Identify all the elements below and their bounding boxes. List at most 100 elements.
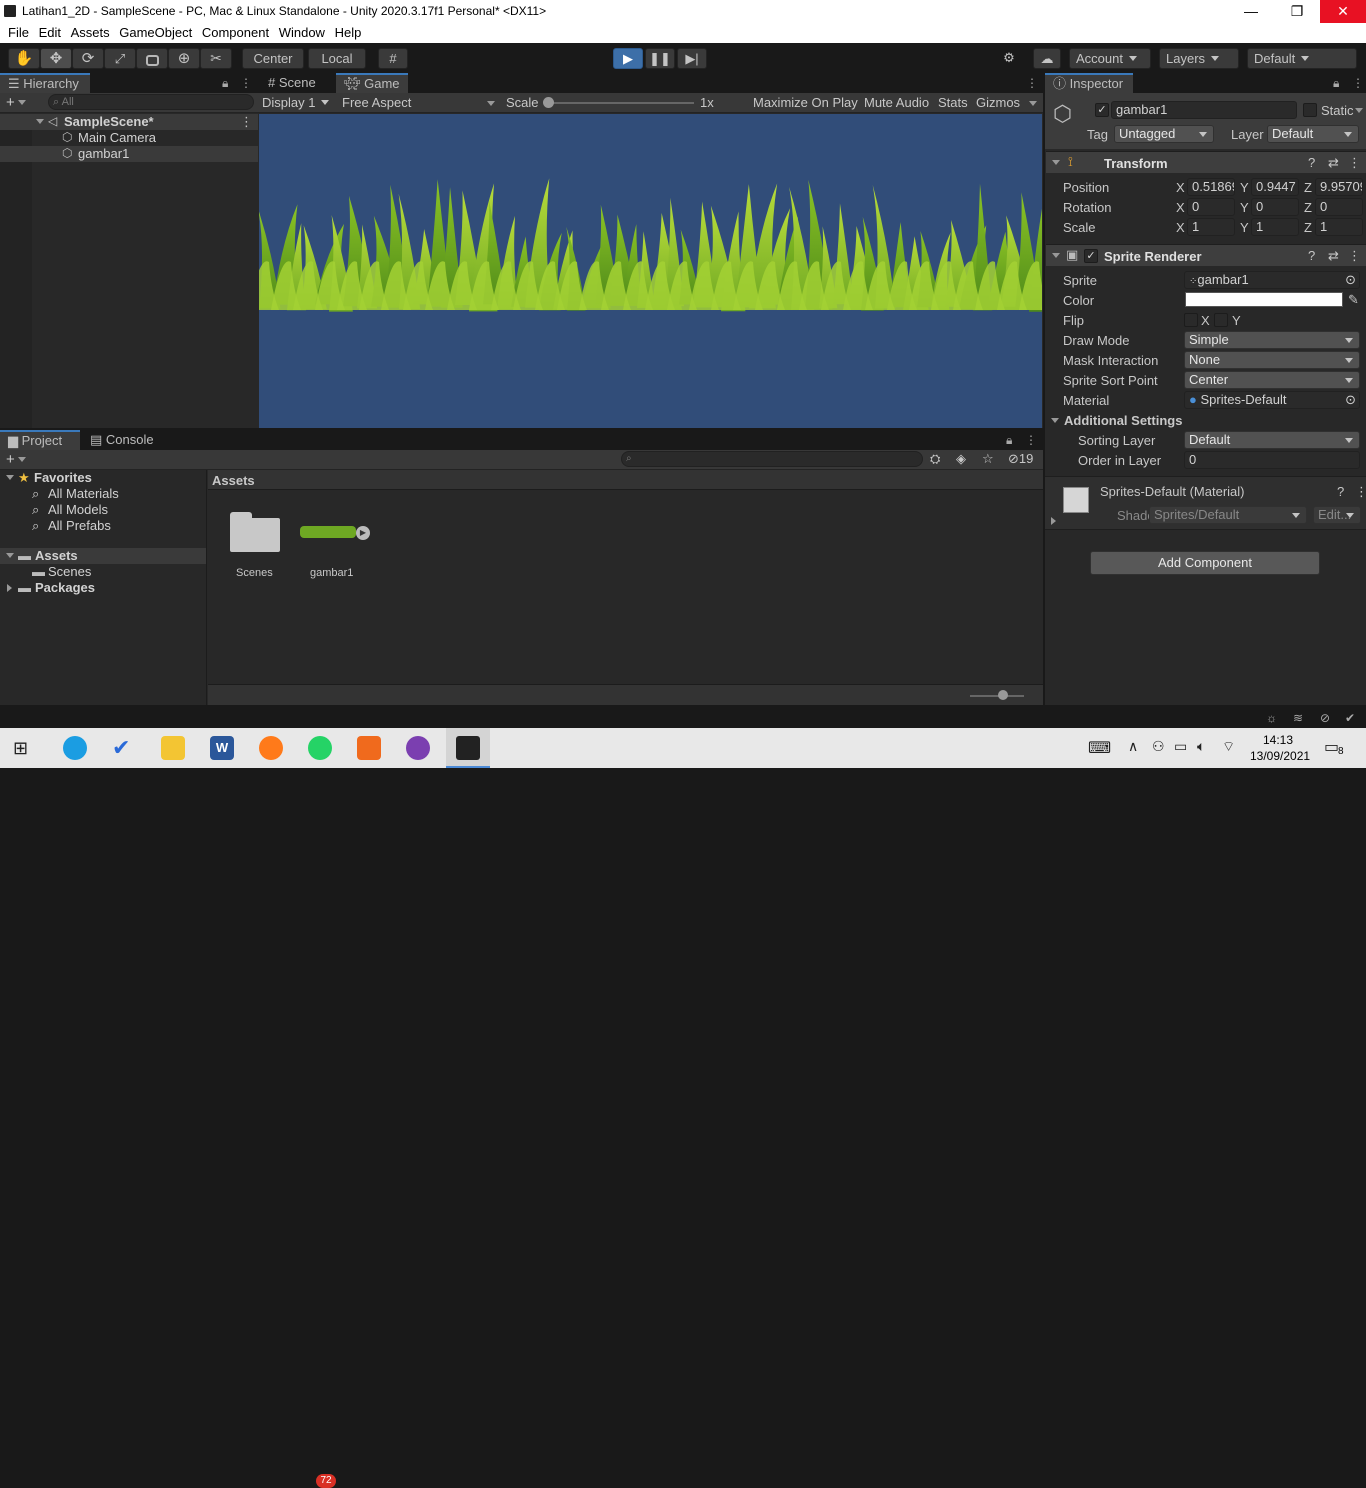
packages-tree-item[interactable]: Packages bbox=[35, 580, 95, 596]
list-item[interactable]: ⬡ Main Camera bbox=[0, 130, 258, 146]
sorting-layer-dropdown[interactable]: Default bbox=[1184, 431, 1360, 449]
notification-icon[interactable]: ▭ bbox=[1324, 737, 1339, 757]
order-in-layer-field[interactable]: 0 bbox=[1184, 451, 1360, 469]
more-menu-icon[interactable]: ⋮ bbox=[1355, 484, 1366, 500]
step-button[interactable]: ▶| bbox=[677, 48, 707, 69]
menu-file[interactable]: File bbox=[0, 23, 29, 40]
scale-tool-button[interactable]: ⤢ bbox=[104, 48, 136, 69]
presets-icon[interactable]: ⇄ bbox=[1328, 155, 1339, 171]
more-menu-icon[interactable]: ⋮ bbox=[1026, 76, 1038, 90]
create-add-button[interactable]: + bbox=[6, 94, 26, 111]
more-menu-icon[interactable]: ⋮ bbox=[1348, 155, 1361, 171]
scale-z-field[interactable]: 1 bbox=[1315, 218, 1363, 236]
layers-dropdown[interactable]: Layers bbox=[1159, 48, 1239, 69]
github-desktop-icon[interactable] bbox=[406, 736, 430, 760]
play-button[interactable]: ▶ bbox=[613, 48, 643, 69]
zoom-slider[interactable] bbox=[970, 695, 1024, 697]
static-checkbox[interactable] bbox=[1303, 103, 1317, 117]
list-item[interactable]: All Materials bbox=[48, 486, 119, 502]
progress-icon[interactable]: ≋ bbox=[1293, 711, 1307, 725]
draw-mode-dropdown[interactable]: Simple bbox=[1184, 331, 1360, 349]
menu-assets[interactable]: Assets bbox=[63, 23, 110, 40]
minimize-button[interactable]: — bbox=[1228, 0, 1274, 23]
object-name-field[interactable]: gambar1 bbox=[1111, 101, 1297, 119]
menu-help[interactable]: Help bbox=[327, 23, 362, 40]
tab-hierarchy[interactable]: ☰ Hierarchy bbox=[0, 73, 90, 93]
bug-icon[interactable]: ☼ bbox=[1266, 711, 1280, 725]
presets-icon[interactable]: ⇄ bbox=[1328, 248, 1339, 264]
transform-tool-button[interactable]: ⊕ bbox=[168, 48, 200, 69]
whatsapp-icon[interactable] bbox=[308, 736, 332, 760]
display-dropdown[interactable]: Display 1 bbox=[262, 95, 329, 110]
word-icon[interactable]: W bbox=[210, 736, 234, 760]
tab-console[interactable]: ▤ Console bbox=[82, 430, 162, 450]
file-explorer-icon[interactable] bbox=[161, 736, 185, 760]
transform-header[interactable]: ⟟ Transform ? ⇄ ⋮ bbox=[1046, 151, 1366, 173]
maximize-on-play-toggle[interactable]: Maximize On Play bbox=[753, 95, 858, 110]
sprite-field[interactable]: ⁘gambar1 ⊙ bbox=[1184, 271, 1360, 289]
sprite-thumbnail[interactable] bbox=[300, 526, 356, 538]
custom-tool-button[interactable]: ✂ bbox=[200, 48, 232, 69]
scale-x-field[interactable]: 1 bbox=[1187, 218, 1235, 236]
enabled-checkbox[interactable]: ✓ bbox=[1084, 249, 1098, 263]
keyboard-icon[interactable]: ⌨ bbox=[1088, 738, 1111, 758]
menu-window[interactable]: Window bbox=[271, 23, 325, 40]
scene-menu-icon[interactable]: ⋮ bbox=[240, 114, 253, 130]
rotate-tool-button[interactable]: ⟳ bbox=[72, 48, 104, 69]
layout-dropdown[interactable]: Default bbox=[1247, 48, 1357, 69]
tag-dropdown[interactable]: Untagged bbox=[1114, 125, 1214, 143]
battery-icon[interactable]: ▭ bbox=[1174, 738, 1187, 755]
expand-sprite-icon[interactable]: ▶ bbox=[356, 526, 370, 540]
additional-settings-foldout[interactable]: Additional Settings bbox=[1064, 413, 1182, 428]
hidden-packages-toggle[interactable]: ⊘19 bbox=[1008, 451, 1033, 467]
more-menu-icon[interactable]: ⋮ bbox=[1352, 76, 1364, 90]
list-item[interactable]: All Models bbox=[48, 502, 108, 518]
pdf-icon[interactable] bbox=[357, 736, 381, 760]
project-search-input[interactable]: ⌕ bbox=[621, 451, 923, 467]
close-button[interactable]: ✕ bbox=[1320, 0, 1366, 23]
scale-slider[interactable] bbox=[548, 102, 694, 104]
favorites-label[interactable]: Favorites bbox=[34, 470, 92, 486]
restore-button[interactable]: ❐ bbox=[1274, 0, 1320, 23]
unity-taskbar-button[interactable] bbox=[446, 728, 490, 768]
active-checkbox[interactable]: ✓ bbox=[1095, 103, 1109, 117]
clock[interactable]: 14:13 13/09/2021 bbox=[1250, 732, 1310, 766]
edge-icon[interactable] bbox=[63, 736, 87, 760]
more-menu-icon[interactable]: ⋮ bbox=[1348, 248, 1361, 264]
rect-tool-button[interactable] bbox=[136, 48, 168, 69]
wifi-icon[interactable]: ⌔ bbox=[1222, 738, 1235, 756]
game-viewport[interactable] bbox=[259, 114, 1042, 428]
pause-button[interactable]: ❚❚ bbox=[645, 48, 675, 69]
position-y-field[interactable]: 0.9447 bbox=[1251, 178, 1299, 196]
rotation-z-field[interactable]: 0 bbox=[1315, 198, 1363, 216]
rotation-x-field[interactable]: 0 bbox=[1187, 198, 1235, 216]
firefox-icon[interactable] bbox=[259, 736, 283, 760]
check-icon[interactable]: ✔ bbox=[1345, 711, 1359, 725]
assets-tree-item[interactable]: ▬ Assets bbox=[0, 548, 206, 564]
todo-icon[interactable]: ✔ bbox=[112, 736, 136, 760]
move-tool-button[interactable]: ✥ bbox=[40, 48, 72, 69]
tab-inspector[interactable]: ⓘ Inspector bbox=[1045, 73, 1133, 93]
services-icon[interactable]: ⚙ bbox=[995, 48, 1023, 69]
menu-edit[interactable]: Edit bbox=[31, 23, 61, 40]
cloud-icon[interactable]: ☁ bbox=[1033, 48, 1061, 69]
rotation-y-field[interactable]: 0 bbox=[1251, 198, 1299, 216]
volume-icon[interactable]: 🔈︎ bbox=[1197, 738, 1205, 755]
lock-icon[interactable]: 🔒︎ bbox=[1333, 76, 1339, 91]
lock-icon[interactable]: 🔒︎ bbox=[222, 76, 228, 91]
flip-x-checkbox[interactable] bbox=[1184, 313, 1198, 327]
menu-gameobject[interactable]: GameObject bbox=[111, 23, 192, 40]
aspect-dropdown[interactable]: Free Aspect bbox=[342, 95, 411, 110]
list-item[interactable]: All Prefabs bbox=[48, 518, 111, 534]
gizmos-toggle[interactable]: Gizmos bbox=[976, 95, 1020, 110]
position-x-field[interactable]: 0.51869 bbox=[1187, 178, 1235, 196]
asset-label[interactable]: gambar1 bbox=[310, 567, 353, 579]
create-add-button[interactable]: + bbox=[6, 451, 26, 468]
material-field[interactable]: ● Sprites-Default ⊙ bbox=[1184, 391, 1360, 409]
grid-snap-button[interactable]: # bbox=[378, 48, 408, 69]
eyedropper-icon[interactable]: ✎ bbox=[1348, 292, 1359, 308]
layer-dropdown[interactable]: Default bbox=[1267, 125, 1359, 143]
asset-label[interactable]: Scenes bbox=[236, 567, 273, 579]
menu-component[interactable]: Component bbox=[194, 23, 269, 40]
position-z-field[interactable]: 9.95709 bbox=[1315, 178, 1363, 196]
